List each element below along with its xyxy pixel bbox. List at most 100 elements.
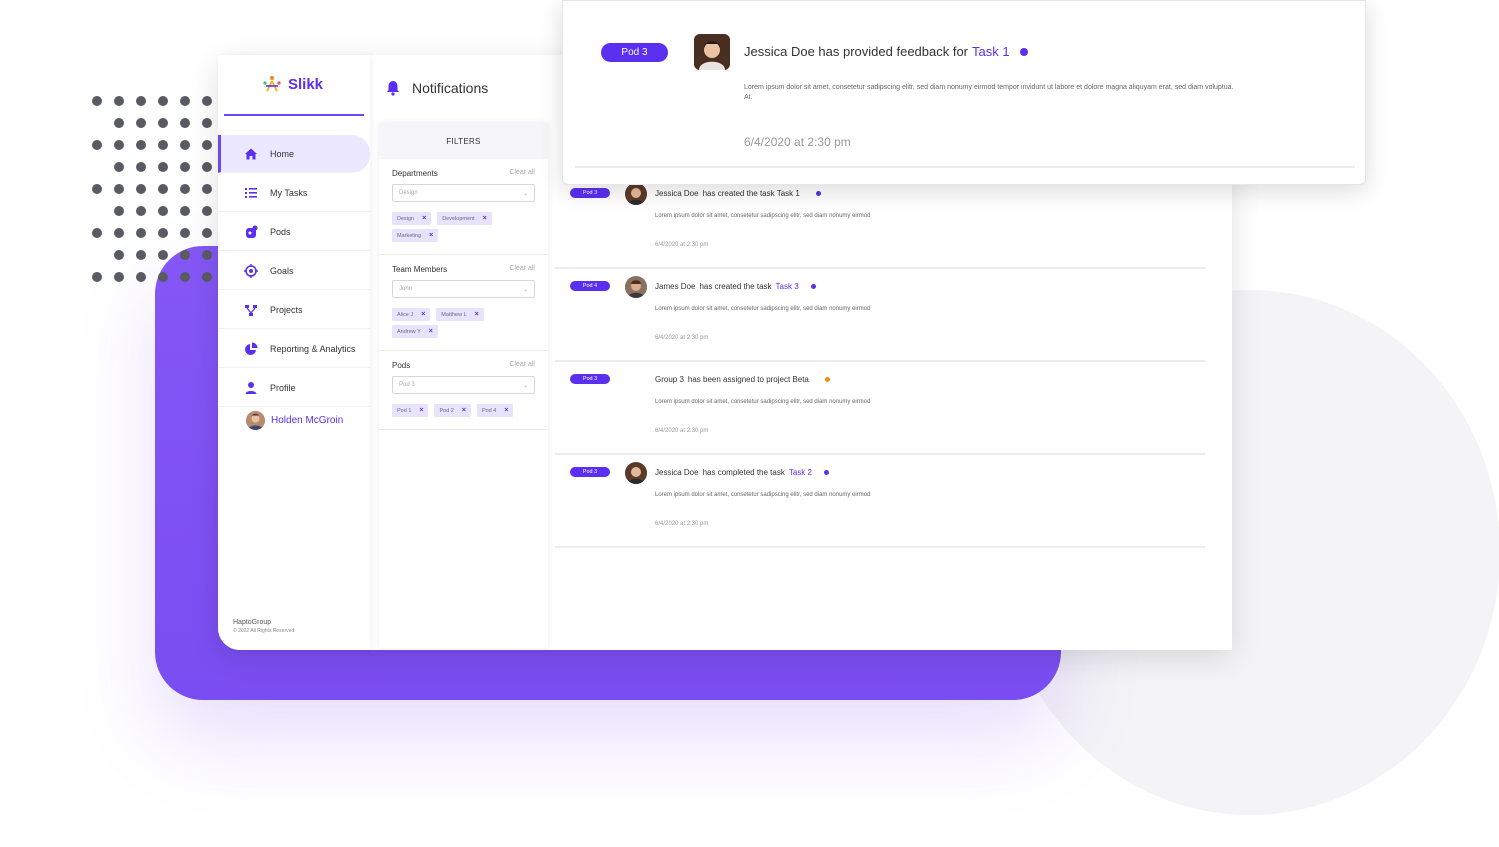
avatar — [625, 183, 647, 205]
home-icon — [245, 148, 257, 159]
close-icon[interactable]: × — [429, 232, 433, 239]
projects-icon — [245, 304, 257, 316]
unread-dot — [810, 284, 816, 289]
popup-title-text: Jessica Doe has provided feedback for — [744, 44, 969, 59]
decorative-dot — [92, 228, 102, 238]
notification-item[interactable]: Pod 3 Jessica Doe has completed the task… — [555, 455, 1205, 548]
sidebar-item-profile[interactable]: Profile — [218, 369, 370, 407]
chevron-down-icon: ⌄ — [522, 190, 528, 197]
decorative-dot — [180, 162, 190, 172]
filter-chip: Design × — [392, 212, 432, 225]
close-icon[interactable]: × — [483, 215, 487, 222]
decorative-dot — [180, 96, 190, 106]
select-value: Design — [399, 190, 418, 196]
notification-date: 6/4/2020 at 2:30 pm — [655, 335, 709, 341]
unread-dot — [823, 470, 829, 475]
close-icon[interactable]: × — [429, 328, 433, 335]
sidebar-item-pods[interactable]: Pods — [218, 213, 370, 251]
filter-chip: Development × — [437, 212, 492, 225]
decorative-dot — [202, 184, 212, 194]
notification-body: Lorem ipsum dolor sit amet, consetetur s… — [655, 213, 871, 219]
departments-select[interactable]: Design ⌄ — [392, 184, 535, 202]
sidebar-item-label: Reporting & Analytics — [270, 343, 356, 354]
chip-label: Marketing — [397, 232, 422, 239]
decorative-dot — [158, 184, 168, 194]
decorative-dot — [92, 272, 102, 282]
bell-icon — [387, 81, 399, 96]
chip-label: Design — [397, 215, 415, 222]
decorative-dot — [202, 96, 212, 106]
actor-name: Group 3 — [655, 375, 684, 384]
task-link[interactable]: Task 2 — [789, 468, 812, 477]
notification-item[interactable]: Pod 4 James Doe has created the task Tas… — [555, 269, 1205, 362]
close-icon[interactable]: × — [462, 407, 466, 414]
actor-name: Jessica Doe — [655, 189, 699, 198]
decorative-dot — [114, 140, 124, 150]
decorative-dot — [136, 206, 146, 216]
decorative-dot — [114, 118, 124, 128]
chip-label: Matthew L — [441, 311, 467, 318]
sidebar-item-label: Home — [270, 148, 295, 159]
select-value: Pod 3 — [399, 382, 415, 388]
app-logo[interactable]: Slikk — [262, 75, 323, 93]
decorative-dot — [114, 184, 124, 194]
sidebar: Slikk Home My Tasks Pods Goals Projects … — [218, 55, 370, 650]
clear-all-button[interactable]: Clear all — [509, 265, 535, 274]
close-icon[interactable]: × — [504, 407, 508, 414]
chip-label: Pod 1 — [397, 407, 412, 414]
filter-group-departments: Departments Clear all Design ⌄ Design × Dev… — [379, 159, 548, 255]
decorative-dot — [202, 206, 212, 216]
team-members-select[interactable]: John ⌄ — [392, 280, 535, 298]
popup-title: Jessica Doe has provided feedback for Ta… — [744, 44, 1028, 59]
notification-item[interactable]: Pod 3 Group 3 has been assigned to proje… — [555, 362, 1205, 455]
decorative-dot — [92, 184, 102, 194]
decorative-dot — [202, 228, 212, 238]
chevron-down-icon: ⌄ — [522, 286, 528, 293]
decorative-dot — [202, 250, 212, 260]
filter-label: Departments — [392, 169, 438, 178]
pie-chart-icon — [245, 342, 258, 355]
current-user[interactable]: Holden McGroin — [246, 411, 343, 430]
filter-chip: Marketing × — [392, 229, 439, 242]
task-link[interactable]: Task 1 — [972, 44, 1010, 59]
close-icon[interactable]: × — [422, 215, 426, 222]
dot-pattern — [92, 96, 232, 296]
filter-chip: Pod 4 × — [476, 404, 514, 417]
unread-dot — [824, 377, 830, 382]
decorative-dot — [114, 272, 124, 282]
filter-chip: Matthew L × — [436, 308, 484, 321]
decorative-dot — [158, 162, 168, 172]
chip-label: Development — [442, 215, 475, 222]
notification-item[interactable]: Pod 3 Jessica Doe has created the task T… — [555, 176, 1205, 269]
close-icon[interactable]: × — [475, 311, 479, 318]
logo-divider — [224, 114, 364, 116]
popup-body: Lorem ipsum dolor sit amet, consetetur s… — [744, 84, 1234, 101]
sidebar-item-goals[interactable]: Goals — [218, 252, 370, 290]
filters-heading: FILTERS — [379, 123, 548, 159]
close-icon[interactable]: × — [421, 311, 425, 318]
sidebar-item-reporting[interactable]: Reporting & Analytics — [218, 330, 370, 368]
notification-popup[interactable]: Pod 3 Jessica Doe has provided feedback … — [562, 0, 1366, 185]
pod-badge: Pod 4 — [570, 281, 610, 291]
unread-dot — [815, 191, 821, 196]
task-link[interactable]: Task 3 — [776, 282, 799, 291]
unread-dot — [1019, 47, 1028, 56]
pod-badge: Pod 3 — [570, 374, 610, 384]
decorative-dot — [136, 250, 146, 260]
close-icon[interactable]: × — [419, 407, 423, 414]
sidebar-item-my-tasks[interactable]: My Tasks — [218, 174, 370, 212]
decorative-dot — [136, 162, 146, 172]
decorative-dot — [180, 206, 190, 216]
clear-all-button[interactable]: Clear all — [509, 169, 535, 178]
action-text: has completed the task — [702, 468, 785, 477]
clear-all-button[interactable]: Clear all — [509, 361, 535, 370]
decorative-dot — [114, 228, 124, 238]
pods-icon — [246, 225, 258, 238]
sidebar-nav: Home My Tasks Pods Goals Projects Report… — [218, 135, 370, 408]
sidebar-item-home[interactable]: Home — [218, 135, 370, 173]
pods-select[interactable]: Pod 3 ⌄ — [392, 376, 535, 394]
sidebar-item-label: Pods — [270, 226, 291, 237]
footer-copyright: © 2022 All Rights Reserved — [233, 628, 295, 634]
notification-date: 6/4/2020 at 2:30 pm — [655, 428, 709, 434]
sidebar-item-projects[interactable]: Projects — [218, 291, 370, 329]
